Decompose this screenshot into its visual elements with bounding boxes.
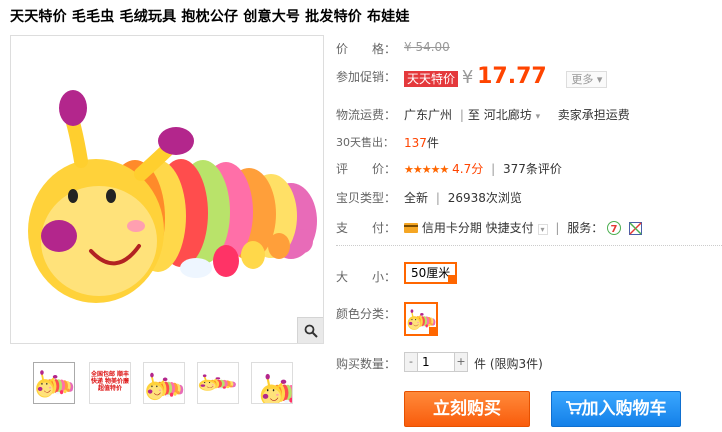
item-condition: 全新: [404, 191, 429, 205]
thumb-image: [145, 371, 184, 402]
shipping-values: 广东广州 | 至 河北廊坊 ▾ 卖家承担运费: [404, 106, 630, 123]
chevron-down-icon[interactable]: ▾: [537, 224, 548, 235]
add-to-cart-label: 加入购物车: [581, 399, 667, 419]
sales-unit: 件: [426, 136, 439, 150]
separator: |: [435, 191, 440, 205]
chevron-down-icon: ▾: [535, 112, 541, 122]
thumb-image: [259, 372, 292, 403]
zoom-button[interactable]: [297, 317, 323, 343]
main-product-image[interactable]: [10, 35, 324, 344]
quantity-unit: 件: [474, 357, 487, 371]
quantity-increase-button[interactable]: +: [455, 353, 467, 371]
ship-to-prefix: 至: [467, 108, 480, 122]
rating-label: 评 价：: [336, 162, 397, 176]
section-divider: [336, 245, 722, 246]
thumb-caterpillar-side[interactable]: [143, 362, 185, 404]
shipping-label: 物流运费：: [336, 108, 397, 122]
selected-check-icon: [448, 275, 458, 284]
size-option-label: 50厘米: [411, 266, 451, 280]
thumb-caterpillar-long[interactable]: [197, 362, 239, 404]
sales-values: 137件: [404, 134, 439, 151]
guarantee-icon[interactable]: [628, 222, 642, 235]
price-label: 价 格：: [336, 42, 397, 56]
rating-score: 4.7分: [452, 162, 484, 176]
color-option-caterpillar[interactable]: [404, 302, 438, 336]
quantity-unit-and-limit: 件 (限购3件): [474, 355, 543, 372]
sales-label: 30天售出：: [336, 136, 394, 149]
separator: |: [555, 221, 560, 235]
item-type-label: 宝贝类型：: [336, 191, 397, 205]
thumb-promo-text[interactable]: 全国包邮 顺丰快递 物美价廉 超值特价: [89, 362, 131, 404]
size-values: 50厘米: [404, 262, 458, 284]
size-label: 大 小：: [336, 270, 397, 284]
rating-stars-icon: ★★★★★: [404, 163, 449, 176]
thumb-caterpillar-front[interactable]: [33, 362, 75, 404]
payment-label: 支 付：: [336, 221, 397, 235]
quantity-stepper: - +: [404, 352, 468, 372]
buy-now-button[interactable]: 立刻购买: [404, 391, 530, 427]
ship-from: 广东广州: [404, 108, 453, 122]
ship-to-selector[interactable]: 河北廊坊 ▾: [484, 108, 544, 122]
quantity-row: 购买数量： - + 件 (限购3件): [336, 352, 636, 374]
promo-label: 参加促销：: [336, 70, 397, 84]
reviews-link[interactable]: 377条评价: [503, 162, 562, 176]
credit-installment-link[interactable]: 信用卡分期: [422, 221, 482, 235]
shipping-fee: 卖家承担运费: [557, 108, 630, 122]
service-label: 服务：: [567, 221, 604, 235]
view-count: 26938次浏览: [447, 191, 522, 205]
sales-count: 137: [404, 136, 427, 150]
promo-values: 天天特价 ¥ 17.77 更多 ▾: [404, 64, 608, 89]
color-values: [404, 302, 438, 336]
cart-icon: [565, 401, 582, 415]
separator: |: [491, 162, 496, 176]
thumb-image: [198, 373, 237, 392]
quantity-label: 购买数量：: [336, 357, 397, 371]
quantity-decrease-button[interactable]: -: [405, 353, 417, 371]
magnifier-icon: [304, 324, 318, 338]
item-type-values: 全新 | 26938次浏览: [404, 189, 522, 206]
original-price: ¥ 54.00: [404, 40, 450, 54]
promo-price: 17.77: [477, 64, 547, 89]
selected-check-icon: [429, 327, 436, 334]
product-title: 天天特价 毛毛虫 毛绒玩具 抱枕公仔 创意大号 批发特价 布娃娃: [10, 9, 410, 25]
ship-to: 河北廊坊: [483, 108, 532, 122]
quantity-input[interactable]: [417, 353, 455, 371]
purchase-limit: (限购3件): [489, 357, 543, 371]
add-to-cart-button[interactable]: 加入购物车: [551, 391, 681, 427]
color-label: 颜色分类：: [336, 307, 397, 321]
thumb-image: [35, 369, 74, 399]
currency-symbol: ¥: [461, 67, 474, 88]
thumb-promo-label: 全国包邮 顺丰快递 物美价廉 超值特价: [90, 371, 130, 392]
rating-values: ★★★★★ 4.7分 | 377条评价: [404, 160, 562, 177]
svg-text:7: 7: [611, 224, 618, 235]
express-pay-link[interactable]: 快捷支付: [486, 221, 534, 235]
promo-tag[interactable]: 天天特价: [404, 71, 459, 87]
thumb-caterpillar-head[interactable]: [251, 362, 293, 404]
more-promos-button[interactable]: 更多 ▾: [566, 71, 608, 88]
separator: |: [459, 108, 464, 122]
caterpillar-plush-image: [11, 36, 323, 343]
credit-card-icon: [404, 223, 418, 233]
seven-day-return-icon[interactable]: 7: [607, 221, 622, 235]
payment-values: 信用卡分期 快捷支付 ▾ | 服务： 7: [404, 219, 642, 236]
size-option-50cm[interactable]: 50厘米: [404, 262, 458, 284]
